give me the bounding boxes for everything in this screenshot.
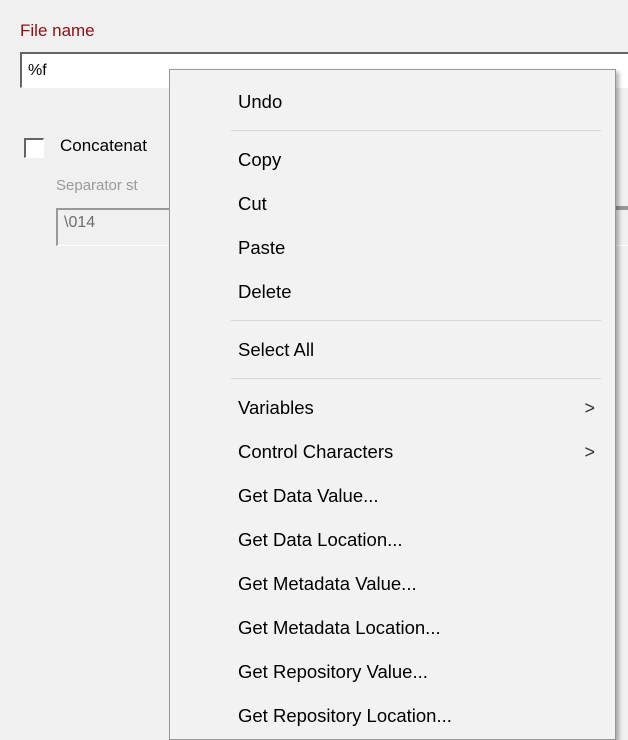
chevron-right-icon: > [584, 398, 595, 418]
menu-item-label: Get Metadata Value... [238, 573, 417, 594]
concatenate-checkbox[interactable] [24, 138, 44, 158]
file-name-label: File name [20, 21, 95, 40]
menu-item-cut[interactable]: Cut [170, 182, 615, 226]
menu-item-label: Get Data Location... [238, 529, 403, 550]
menu-item-get-metadata-value[interactable]: Get Metadata Value... [170, 562, 615, 606]
menu-item-paste[interactable]: Paste [170, 226, 615, 270]
menu-item-label: Get Metadata Location... [238, 617, 441, 638]
menu-item-copy[interactable]: Copy [170, 138, 615, 182]
menu-item-get-repository-location[interactable]: Get Repository Location... [170, 694, 615, 738]
menu-item-undo[interactable]: Undo [170, 80, 615, 124]
menu-item-label: Copy [238, 149, 282, 170]
concatenate-label[interactable]: Concatenat [60, 136, 147, 156]
menu-item-label: Get Repository Value... [238, 661, 428, 682]
menu-separator [231, 320, 601, 321]
menu-item-select-all[interactable]: Select All [170, 328, 615, 372]
menu-item-control-characters[interactable]: Control Characters > [170, 430, 615, 474]
menu-item-label: Variables [238, 397, 314, 418]
menu-item-label: Get Repository Location... [238, 705, 452, 726]
menu-item-get-metadata-location[interactable]: Get Metadata Location... [170, 606, 615, 650]
menu-item-label: Paste [238, 237, 286, 258]
menu-item-get-data-location[interactable]: Get Data Location... [170, 518, 615, 562]
context-menu: Undo Copy Cut Paste Delete Select All Va… [169, 69, 616, 740]
menu-item-label: Cut [238, 193, 267, 214]
separator-label: Separator st [56, 177, 138, 194]
menu-item-get-data-value[interactable]: Get Data Value... [170, 474, 615, 518]
menu-item-get-repository-value[interactable]: Get Repository Value... [170, 650, 615, 694]
menu-item-label: Get Data Value... [238, 485, 379, 506]
menu-item-label: Undo [238, 91, 283, 112]
menu-separator [231, 130, 601, 131]
menu-item-label: Delete [238, 281, 292, 302]
menu-item-variables[interactable]: Variables > [170, 386, 615, 430]
menu-item-delete[interactable]: Delete [170, 270, 615, 314]
menu-item-label: Select All [238, 339, 315, 360]
chevron-right-icon: > [584, 442, 595, 462]
menu-separator [231, 378, 601, 379]
menu-item-label: Control Characters [238, 441, 394, 462]
